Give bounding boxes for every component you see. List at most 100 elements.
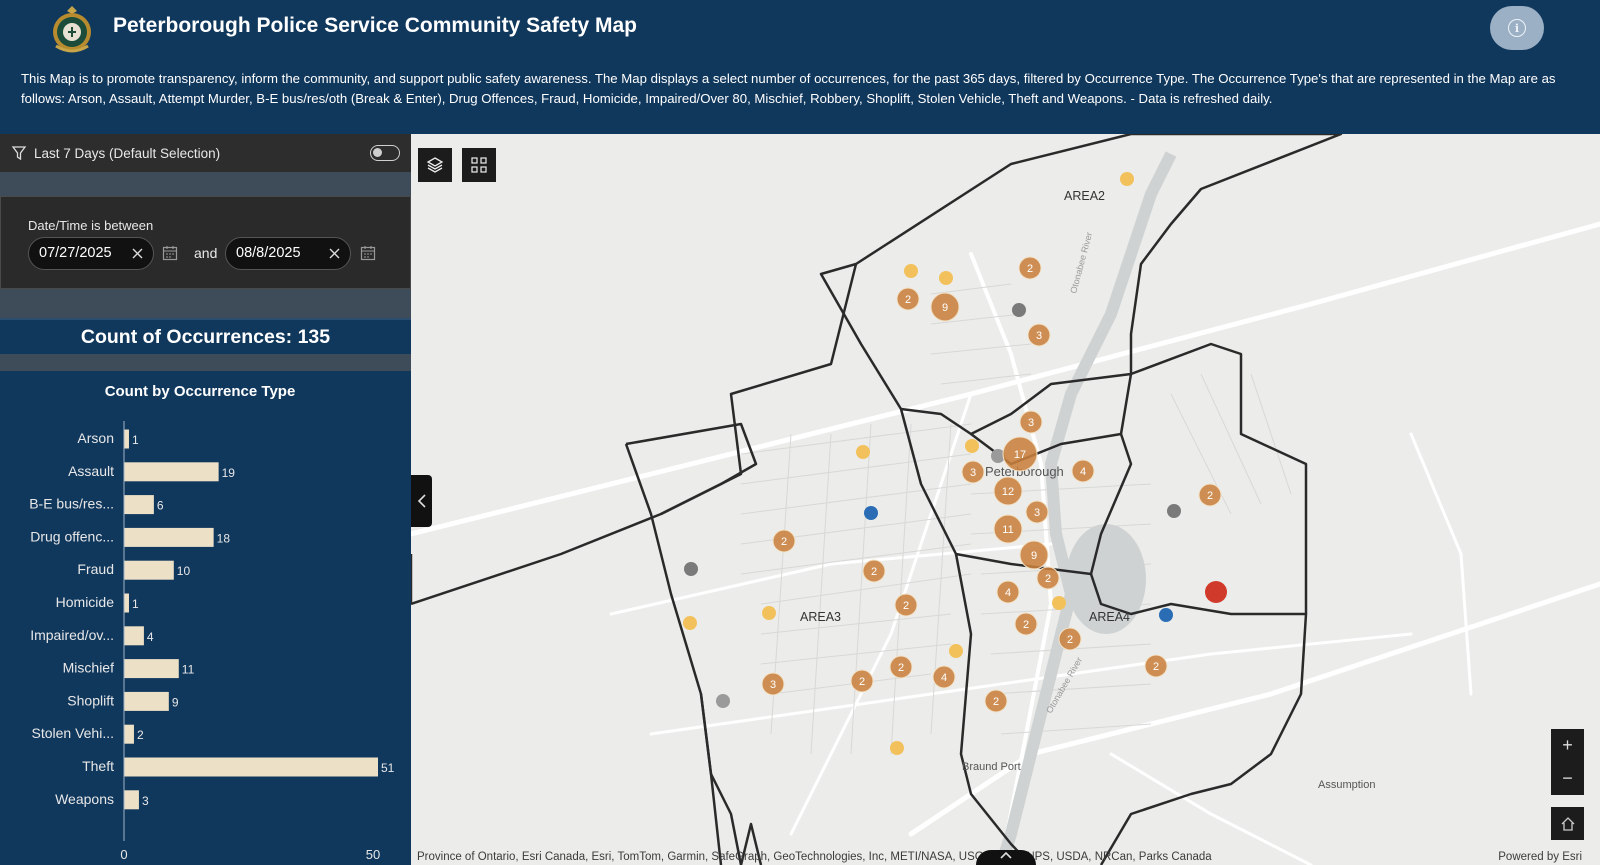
mischief-marker[interactable] <box>864 506 878 520</box>
cluster-marker[interactable]: 4 <box>1071 459 1095 483</box>
filter-icon <box>11 146 27 161</box>
chart-value-label: 18 <box>217 531 231 545</box>
theft-marker[interactable] <box>683 616 697 630</box>
cluster-count: 2 <box>905 294 911 306</box>
theft-marker[interactable] <box>965 439 979 453</box>
cluster-markers[interactable]: 22933173 412311222922423 224222 <box>761 256 1222 713</box>
home-button[interactable] <box>1551 807 1584 840</box>
cluster-marker[interactable]: 2 <box>1198 483 1222 507</box>
cluster-count: 17 <box>1014 449 1026 461</box>
cluster-marker[interactable]: 11 <box>993 514 1023 544</box>
cluster-marker[interactable]: 2 <box>772 529 796 553</box>
cluster-marker[interactable]: 9 <box>930 292 960 322</box>
main-road <box>1409 432 1473 696</box>
chart-category-label: Fraud <box>77 561 114 577</box>
collapse-sidebar-button[interactable] <box>411 475 432 527</box>
cluster-marker[interactable]: 12 <box>993 476 1023 506</box>
end-calendar-icon[interactable] <box>360 245 376 261</box>
zoom-in-button[interactable]: + <box>1551 729 1584 762</box>
main-road <box>609 542 1053 616</box>
end-date-input[interactable]: 08/8/2025 <box>225 237 351 270</box>
legend-button[interactable] <box>462 148 496 182</box>
map-canvas[interactable]: AREA2 AREA3 AREA4 Peterborough Braund Po… <box>411 134 1600 865</box>
start-calendar-icon[interactable] <box>162 245 178 261</box>
chart-category-label: Mischief <box>63 660 114 676</box>
theft-marker[interactable] <box>949 644 963 658</box>
clear-start-date-icon[interactable] <box>131 247 144 260</box>
chart-bar[interactable] <box>124 560 174 580</box>
cluster-marker[interactable]: 2 <box>1018 256 1042 280</box>
cluster-count: 3 <box>1034 507 1040 519</box>
cluster-marker[interactable]: 2 <box>1144 654 1168 678</box>
chart-value-label: 1 <box>132 433 139 447</box>
theft-marker[interactable] <box>1120 172 1134 186</box>
cluster-marker[interactable]: 3 <box>961 460 985 484</box>
cluster-marker[interactable]: 17 <box>1002 436 1038 472</box>
map-description: This Map is to promote transparency, inf… <box>21 71 1556 106</box>
cluster-count: 2 <box>1027 263 1033 275</box>
panel-divider <box>0 289 411 318</box>
cluster-marker[interactable]: 3 <box>1019 410 1043 434</box>
cluster-marker[interactable]: 3 <box>1027 323 1051 347</box>
powered-by-esri[interactable]: Powered by Esri <box>1498 851 1582 863</box>
map-view[interactable]: AREA2 AREA3 AREA4 Peterborough Braund Po… <box>411 134 1600 865</box>
cluster-marker[interactable]: 4 <box>932 665 956 689</box>
chart-value-label: 2 <box>137 728 144 742</box>
expand-bottom-panel-button[interactable] <box>976 850 1036 865</box>
cluster-marker[interactable]: 2 <box>850 669 874 693</box>
chart-bar[interactable] <box>124 724 134 744</box>
chart-value-label: 19 <box>222 466 236 480</box>
cluster-marker[interactable]: 3 <box>761 672 785 696</box>
cluster-count: 9 <box>1031 550 1037 562</box>
cluster-marker[interactable]: 2 <box>896 287 920 311</box>
theft-marker[interactable] <box>762 606 776 620</box>
mischief-marker[interactable] <box>1159 608 1173 622</box>
vehicle-marker[interactable] <box>716 694 730 708</box>
theft-marker[interactable] <box>939 271 953 285</box>
chart-bar[interactable] <box>124 790 139 810</box>
theft-marker[interactable] <box>856 445 870 459</box>
fraud-marker[interactable] <box>1012 303 1026 317</box>
theft-marker[interactable] <box>1052 596 1066 610</box>
occurrence-type-chart: Count by Occurrence Type Arson 1 Assault 19… <box>0 371 411 865</box>
theft-marker[interactable] <box>904 264 918 278</box>
chart-bar[interactable] <box>124 593 129 613</box>
chart-category-label: Assault <box>68 463 114 479</box>
cluster-marker[interactable]: 2 <box>862 559 886 583</box>
chart-bar[interactable] <box>124 495 154 515</box>
chart-bar[interactable] <box>124 757 378 777</box>
cluster-marker[interactable]: 2 <box>984 689 1008 713</box>
fraud-marker[interactable] <box>1167 504 1181 518</box>
cluster-count: 2 <box>1023 619 1029 631</box>
cluster-count: 11 <box>1002 524 1013 536</box>
cluster-marker[interactable]: 2 <box>1014 612 1038 636</box>
cluster-marker[interactable]: 9 <box>1019 540 1049 570</box>
clear-end-date-icon[interactable] <box>328 247 341 260</box>
chart-bar[interactable] <box>124 659 179 679</box>
chart-bar[interactable] <box>124 462 219 482</box>
theft-marker[interactable] <box>890 741 904 755</box>
cluster-marker[interactable]: 2 <box>894 593 918 617</box>
cluster-marker[interactable]: 3 <box>1025 500 1049 524</box>
app-title: Peterborough Police Service Community Sa… <box>113 14 637 37</box>
chart-tick-label: 0 <box>120 847 127 862</box>
braund-port-label: Braund Port <box>962 761 1021 773</box>
start-date-input[interactable]: 07/27/2025 <box>28 237 154 270</box>
area2-label: AREA2 <box>1064 189 1105 203</box>
chart-value-label: 4 <box>147 630 154 644</box>
chart-bar[interactable] <box>124 429 129 449</box>
cluster-marker[interactable]: 2 <box>889 655 913 679</box>
chart-bar[interactable] <box>124 691 169 711</box>
cluster-marker[interactable]: 2 <box>1058 627 1082 651</box>
weapons-marker[interactable] <box>1205 581 1227 603</box>
cluster-marker[interactable]: 2 <box>1036 566 1060 590</box>
fraud-marker[interactable] <box>684 562 698 576</box>
filter-toggle[interactable] <box>370 145 400 161</box>
chart-bar[interactable] <box>124 626 144 646</box>
info-button[interactable]: i <box>1490 6 1544 50</box>
cluster-marker[interactable]: 4 <box>996 580 1020 604</box>
cluster-count: 2 <box>1153 661 1159 673</box>
chart-bar[interactable] <box>124 527 214 547</box>
zoom-out-button[interactable]: − <box>1551 762 1584 795</box>
layers-button[interactable] <box>418 148 452 182</box>
